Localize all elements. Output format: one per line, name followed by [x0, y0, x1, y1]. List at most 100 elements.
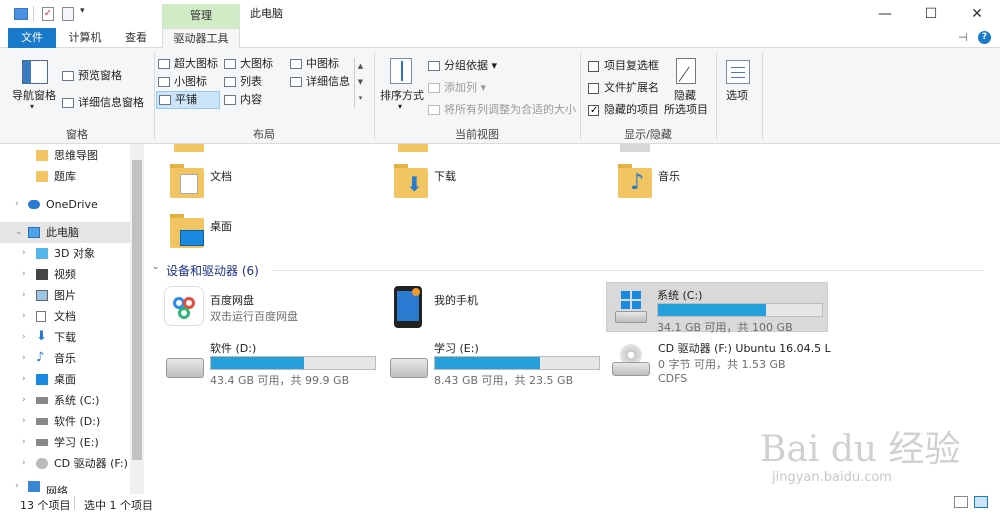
sidebar-item-question-bank[interactable]: 题库	[0, 166, 130, 187]
expand-arrow-icon[interactable]: ›	[22, 390, 26, 411]
expand-arrow-icon[interactable]: ›	[22, 327, 26, 348]
sidebar-item-onedrive[interactable]: › OneDrive	[0, 194, 130, 215]
sidebar-item-downloads[interactable]: › ⬇ 下载	[0, 327, 130, 348]
baidu-watermark-logo: Bai du 经验	[760, 429, 961, 470]
collapse-arrow-icon[interactable]: ⌄	[15, 222, 23, 243]
device-name: 系统 (C:)	[657, 289, 703, 302]
layout-content[interactable]: 内容	[224, 92, 262, 108]
drive-icon	[390, 358, 428, 378]
context-tab-manage[interactable]: 管理	[162, 4, 240, 28]
expand-arrow-icon[interactable]: ›	[22, 264, 26, 285]
desktop-icon	[36, 374, 48, 385]
help-icon[interactable]: ?	[978, 31, 991, 44]
sidebar-item-network[interactable]: › 网络	[0, 478, 130, 494]
device-filesystem: CDFS	[658, 372, 688, 385]
expand-arrow-icon[interactable]: ›	[22, 411, 26, 432]
device-name: 学习 (E:)	[434, 342, 479, 355]
details-view-icon[interactable]	[954, 496, 968, 508]
nav-pane-dropdown-icon[interactable]: ▾	[30, 102, 34, 111]
sidebar-item-3d-objects[interactable]: › 3D 对象	[0, 243, 130, 264]
qat-dropdown-icon[interactable]: ▾	[80, 6, 85, 16]
close-button[interactable]: ✕	[954, 0, 1000, 28]
pin-ribbon-icon[interactable]: ⊣	[958, 31, 968, 44]
tab-computer[interactable]: 计算机	[60, 28, 110, 48]
sidebar-item-drive-c[interactable]: › 系统 (C:)	[0, 390, 130, 411]
folder-icon	[398, 144, 428, 152]
details-pane-button[interactable]: 详细信息窗格	[62, 95, 144, 111]
folder-documents[interactable]: 文档	[168, 160, 378, 202]
layout-extra-large-icons[interactable]: 超大图标	[158, 56, 218, 72]
tab-view[interactable]: 查看	[114, 28, 158, 48]
sort-by-icon[interactable]	[390, 58, 412, 84]
expand-arrow-icon[interactable]: ›	[22, 432, 26, 453]
computer-icon[interactable]	[14, 8, 28, 20]
expand-arrow-icon[interactable]: ›	[22, 306, 26, 327]
sidebar-item-this-pc[interactable]: ⌄ 此电脑	[0, 222, 130, 243]
expand-arrow-icon[interactable]: ›	[22, 243, 26, 264]
sidebar-item-drive-e[interactable]: › 学习 (E:)	[0, 432, 130, 453]
options-icon[interactable]	[726, 60, 750, 84]
folder-music[interactable]: ♪ 音乐	[616, 160, 826, 202]
sidebar-item-mindmap[interactable]: 思维导图	[0, 145, 130, 166]
sidebar-item-documents[interactable]: › 文档	[0, 306, 130, 327]
tab-drive-tools[interactable]: 驱动器工具	[162, 28, 240, 48]
hide-selected-icon[interactable]	[676, 58, 696, 84]
sidebar-scroll-thumb[interactable]	[132, 160, 142, 460]
layout-item-label: 大图标	[240, 57, 273, 70]
device-drive-c[interactable]: 系统 (C:) 34.1 GB 可用，共 100 GB	[606, 282, 828, 334]
sidebar-item-label: 音乐	[54, 352, 76, 365]
network-icon	[28, 481, 40, 492]
hide-selected-line2[interactable]: 所选项目	[664, 102, 708, 118]
cloud-icon	[28, 200, 40, 209]
sidebar-item-desktop[interactable]: › 桌面	[0, 369, 130, 390]
expand-arrow-icon[interactable]: ›	[22, 453, 26, 474]
layout-tiles[interactable]: 平铺	[156, 91, 220, 109]
options-button[interactable]: 选项	[726, 88, 748, 104]
group-by-button[interactable]: 分组依据 ▾	[428, 58, 497, 74]
expand-arrow-icon[interactable]: ›	[22, 369, 26, 390]
item-checkboxes-label: 项目复选框	[604, 59, 659, 72]
layout-item-label: 超大图标	[174, 57, 218, 70]
item-checkboxes-checkbox[interactable]	[588, 61, 599, 72]
device-drive-e[interactable]: 学习 (E:) 8.43 GB 可用，共 23.5 GB	[386, 336, 606, 388]
tab-file[interactable]: 文件	[8, 28, 56, 48]
layout-medium-icons[interactable]: 中图标	[290, 56, 339, 72]
device-drive-f[interactable]: CD 驱动器 (F:) Ubuntu 16.04.5 L 0 字节 可用，共 1…	[608, 336, 838, 388]
expand-arrow-icon[interactable]: ›	[22, 285, 26, 306]
new-folder-icon[interactable]	[62, 7, 74, 21]
preview-pane-button[interactable]: 预览窗格	[62, 68, 122, 84]
add-columns-button[interactable]: 添加列 ▾	[428, 80, 486, 96]
expand-arrow-icon[interactable]: ›	[15, 478, 19, 494]
sort-by-dropdown-icon[interactable]: ▾	[398, 102, 402, 111]
hidden-items-checkbox[interactable]	[588, 105, 599, 116]
sidebar-item-music[interactable]: › ♪ 音乐	[0, 348, 130, 369]
minimize-button[interactable]: —	[862, 0, 908, 28]
layout-list[interactable]: 列表	[224, 74, 262, 90]
layout-details[interactable]: 详细信息	[290, 74, 350, 90]
fit-columns-button[interactable]: 将所有列调整为合适的大小	[428, 102, 576, 118]
section-collapse-icon[interactable]: ⌄	[152, 262, 160, 272]
nav-pane-icon[interactable]	[22, 60, 48, 84]
expand-arrow-icon[interactable]: ›	[22, 348, 26, 369]
layout-small-icons[interactable]: 小图标	[158, 74, 207, 90]
sidebar-item-pictures[interactable]: › 图片	[0, 285, 130, 306]
folder-desktop[interactable]: 桌面	[168, 210, 378, 254]
section-title-devices[interactable]: 设备和驱动器 (6)	[166, 262, 259, 279]
device-my-phone[interactable]: 我的手机	[386, 284, 606, 330]
layout-scroll[interactable]: ▲ ▼ ▾	[354, 58, 366, 108]
sidebar-item-videos[interactable]: › 视频	[0, 264, 130, 285]
layout-item-label: 小图标	[174, 75, 207, 88]
file-extensions-checkbox[interactable]	[588, 83, 599, 94]
device-baidu-netdisk[interactable]: 百度网盘 双击运行百度网盘	[162, 284, 382, 330]
device-drive-d[interactable]: 软件 (D:) 43.4 GB 可用，共 99.9 GB	[162, 336, 382, 388]
large-icons-view-icon[interactable]	[974, 496, 988, 508]
folder-downloads[interactable]: ⬇ 下载	[392, 160, 602, 202]
layout-item-label: 中图标	[306, 57, 339, 70]
sidebar-item-drive-f[interactable]: › CD 驱动器 (F:) U	[0, 453, 130, 474]
layout-large-icons[interactable]: 大图标	[224, 56, 273, 72]
film-icon	[36, 269, 48, 280]
maximize-button[interactable]: ☐	[908, 0, 954, 28]
properties-icon[interactable]: ✓	[42, 7, 54, 21]
expand-arrow-icon[interactable]: ›	[15, 194, 19, 215]
sidebar-item-drive-d[interactable]: › 软件 (D:)	[0, 411, 130, 432]
